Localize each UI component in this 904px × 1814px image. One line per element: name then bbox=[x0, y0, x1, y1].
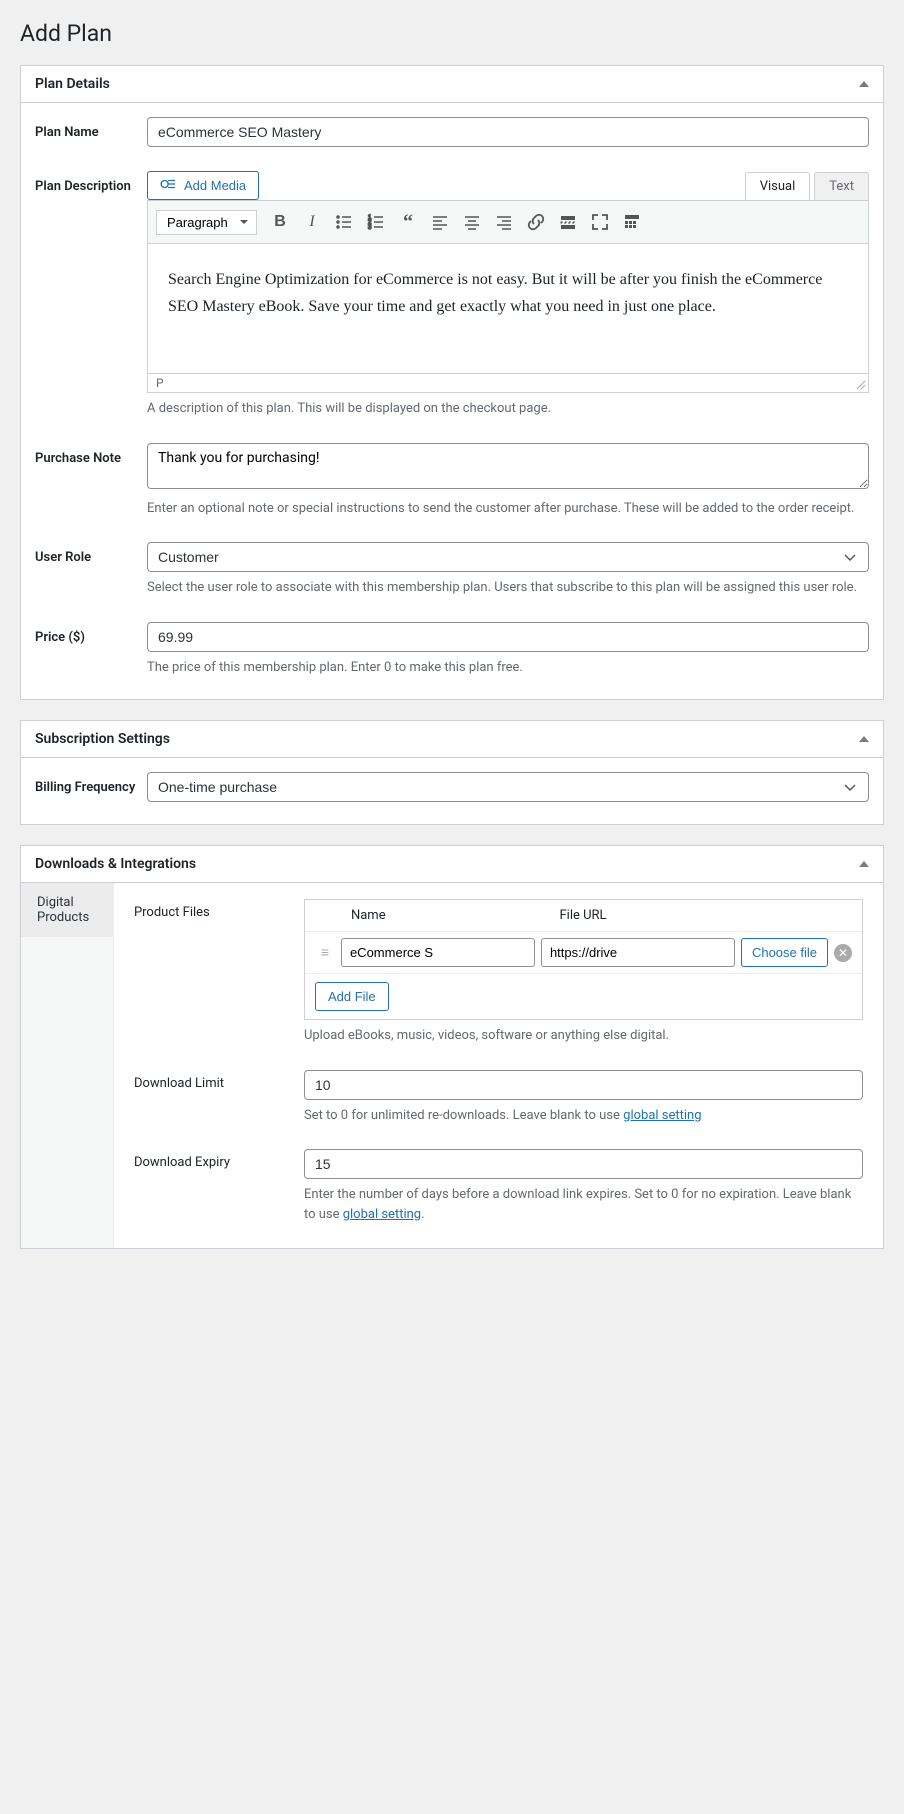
chevron-up-icon bbox=[859, 81, 869, 87]
panel-header-downloads[interactable]: Downloads & Integrations bbox=[21, 846, 883, 883]
global-setting-link[interactable]: global setting bbox=[623, 1108, 701, 1123]
download-expiry-help: Enter the number of days before a downlo… bbox=[304, 1185, 863, 1224]
panel-title: Downloads & Integrations bbox=[35, 856, 196, 872]
label-price: Price ($) bbox=[35, 622, 147, 645]
label-billing-frequency: Billing Frequency bbox=[35, 772, 147, 795]
bullet-list-button[interactable] bbox=[329, 207, 359, 237]
svg-text:3: 3 bbox=[368, 225, 372, 231]
chevron-up-icon bbox=[859, 861, 869, 867]
panel-title: Subscription Settings bbox=[35, 731, 170, 747]
panel-header-subscription[interactable]: Subscription Settings bbox=[21, 721, 883, 758]
align-right-button[interactable] bbox=[489, 207, 519, 237]
purchase-note-input[interactable]: Thank you for purchasing! bbox=[147, 443, 869, 489]
global-setting-link[interactable]: global setting bbox=[343, 1207, 421, 1222]
description-editor[interactable]: Search Engine Optimization for eCommerce… bbox=[147, 244, 869, 374]
plan-name-input[interactable] bbox=[147, 117, 869, 147]
label-download-expiry: Download Expiry bbox=[134, 1149, 304, 1224]
file-name-input[interactable] bbox=[341, 938, 535, 967]
add-media-button[interactable]: Add Media bbox=[147, 171, 259, 200]
label-user-role: User Role bbox=[35, 542, 147, 565]
file-url-input[interactable] bbox=[541, 938, 735, 967]
download-limit-input[interactable] bbox=[304, 1070, 863, 1100]
panel-title: Plan Details bbox=[35, 76, 110, 92]
resize-handle-icon[interactable] bbox=[854, 378, 866, 390]
description-help: A description of this plan. This will be… bbox=[147, 399, 869, 419]
panel-subscription: Subscription Settings Billing Frequency … bbox=[20, 720, 884, 825]
italic-button[interactable]: I bbox=[297, 207, 327, 237]
panel-downloads: Downloads & Integrations Digital Product… bbox=[20, 845, 884, 1249]
toolbar-toggle-button[interactable] bbox=[617, 207, 647, 237]
panel-plan-details: Plan Details Plan Name Plan Description … bbox=[20, 65, 884, 700]
label-plan-name: Plan Name bbox=[35, 117, 147, 140]
label-plan-description: Plan Description bbox=[35, 171, 147, 194]
editor-status-bar: P bbox=[147, 374, 869, 393]
link-button[interactable] bbox=[521, 207, 551, 237]
download-expiry-input[interactable] bbox=[304, 1149, 863, 1179]
editor-toolbar: Paragraph B I 123 “ bbox=[147, 200, 869, 244]
media-icon bbox=[160, 177, 178, 194]
price-input[interactable] bbox=[147, 622, 869, 652]
file-row: ≡ Choose file ✕ bbox=[305, 931, 862, 973]
downloads-sidebar: Digital Products bbox=[21, 883, 114, 1248]
label-download-limit: Download Limit bbox=[134, 1070, 304, 1126]
download-limit-help: Set to 0 for unlimited re-downloads. Lea… bbox=[304, 1106, 863, 1126]
purchase-note-help: Enter an optional note or special instru… bbox=[147, 499, 869, 519]
label-product-files: Product Files bbox=[134, 899, 304, 1046]
delete-row-button[interactable]: ✕ bbox=[834, 944, 852, 962]
price-help: The price of this membership plan. Enter… bbox=[147, 658, 869, 678]
tab-visual[interactable]: Visual bbox=[745, 172, 811, 200]
drag-handle-icon[interactable]: ≡ bbox=[315, 944, 335, 961]
user-role-select[interactable]: Customer bbox=[147, 542, 869, 572]
align-center-button[interactable] bbox=[457, 207, 487, 237]
numbered-list-button[interactable]: 123 bbox=[361, 207, 391, 237]
product-files-help: Upload eBooks, music, videos, software o… bbox=[304, 1026, 863, 1046]
choose-file-button[interactable]: Choose file bbox=[741, 938, 828, 967]
panel-header-plan-details[interactable]: Plan Details bbox=[21, 66, 883, 103]
add-media-label: Add Media bbox=[184, 178, 246, 193]
bold-button[interactable]: B bbox=[265, 207, 295, 237]
read-more-button[interactable] bbox=[553, 207, 583, 237]
label-purchase-note: Purchase Note bbox=[35, 443, 147, 466]
sidebar-item-digital-products[interactable]: Digital Products bbox=[21, 883, 113, 937]
product-files-table: Name File URL ≡ Choose file ✕ Add bbox=[304, 899, 863, 1020]
user-role-help: Select the user role to associate with t… bbox=[147, 578, 869, 598]
align-left-button[interactable] bbox=[425, 207, 455, 237]
add-file-button[interactable]: Add File bbox=[315, 982, 389, 1011]
billing-frequency-select[interactable]: One-time purchase bbox=[147, 772, 869, 802]
format-select[interactable]: Paragraph bbox=[156, 210, 257, 235]
chevron-up-icon bbox=[859, 736, 869, 742]
page-title: Add Plan bbox=[20, 20, 884, 47]
tab-text[interactable]: Text bbox=[814, 172, 869, 200]
quote-button[interactable]: “ bbox=[393, 207, 423, 237]
fullscreen-button[interactable] bbox=[585, 207, 615, 237]
col-header-name: Name bbox=[343, 908, 552, 923]
col-header-url: File URL bbox=[551, 908, 760, 923]
